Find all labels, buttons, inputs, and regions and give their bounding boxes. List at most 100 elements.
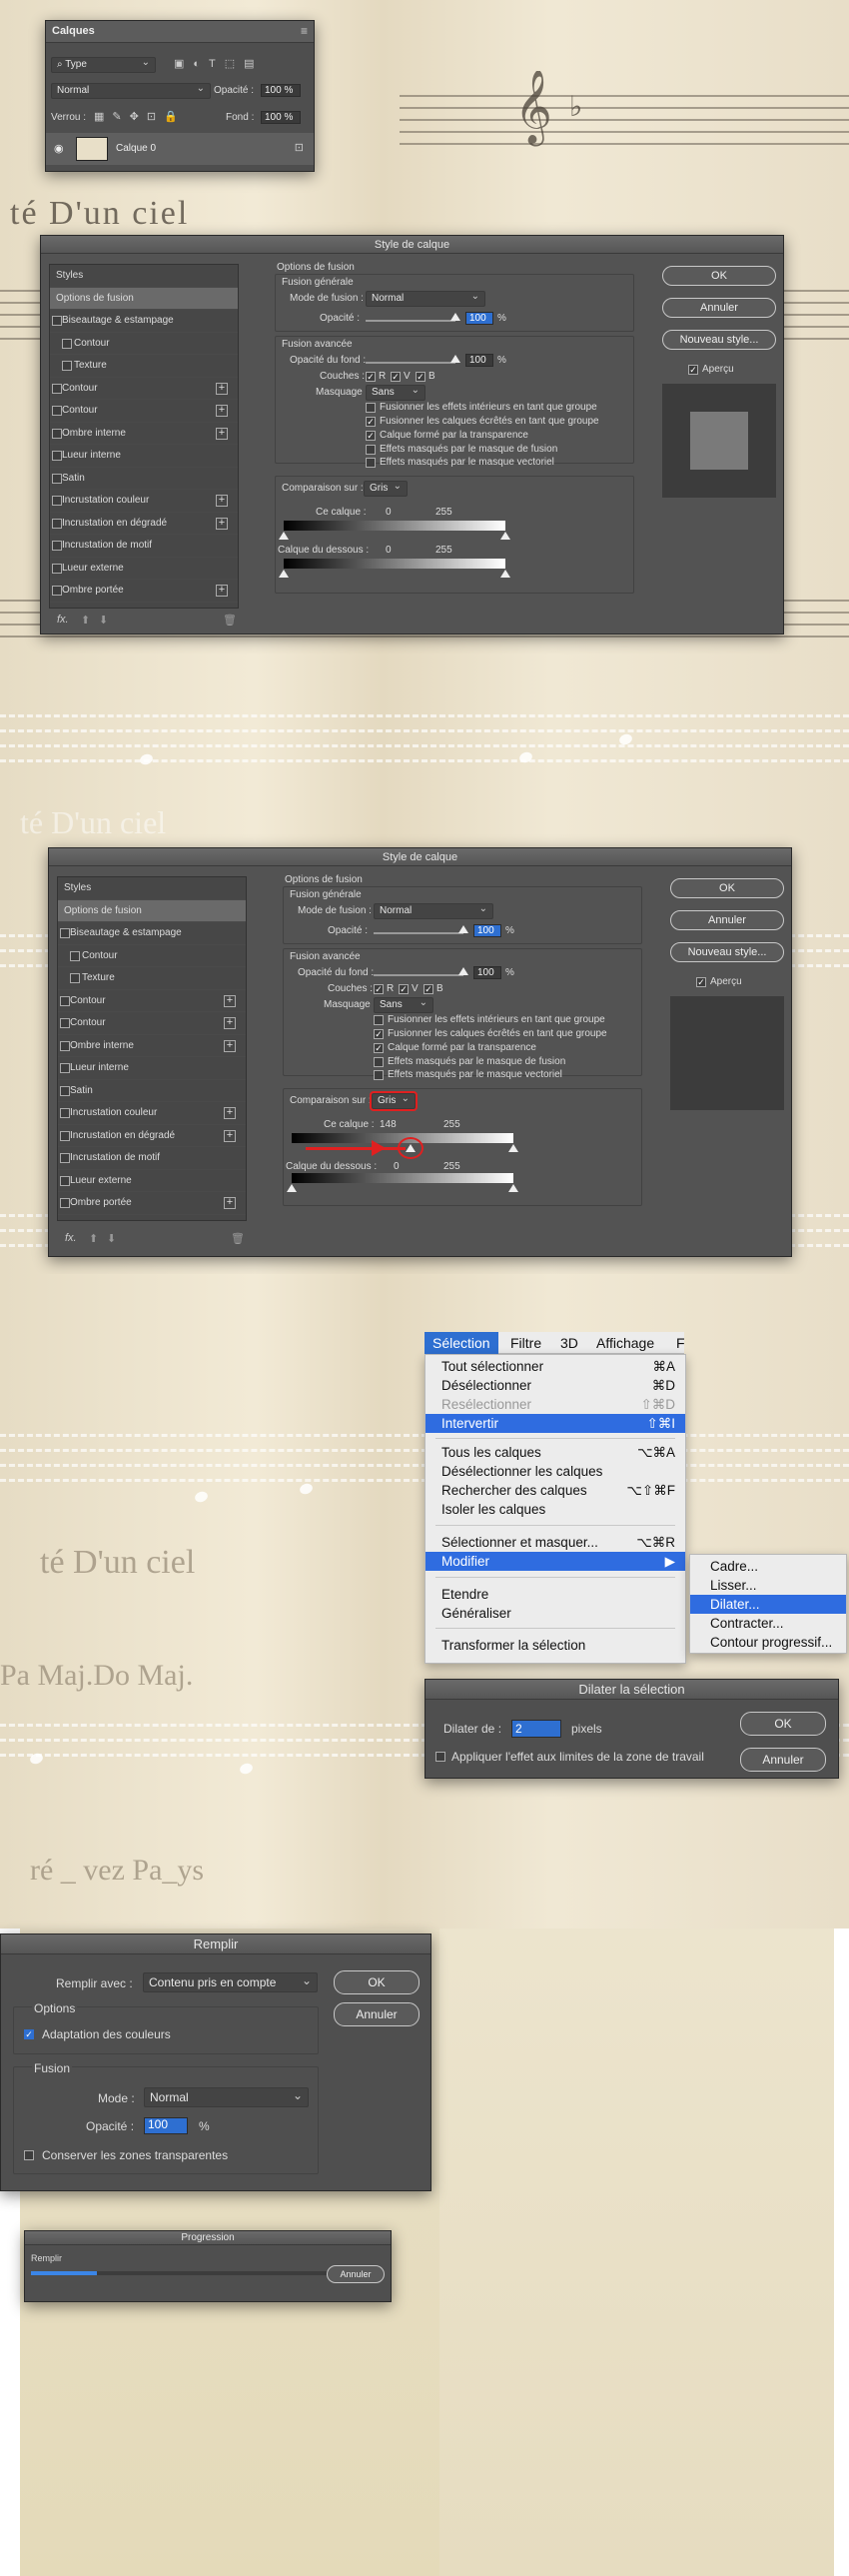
new-style-button[interactable]: Nouveau style... — [662, 330, 776, 350]
opacity-field[interactable]: 100 — [144, 2117, 188, 2134]
menu-affichage[interactable]: Affichage — [588, 1332, 662, 1354]
style-item[interactable]: Incrustation couleur + — [50, 490, 238, 513]
layers-tab[interactable]: Calques — [52, 25, 95, 37]
style-item[interactable]: Incrustation de motif — [50, 535, 238, 558]
fill-slider[interactable] — [374, 974, 463, 976]
submenu-border[interactable]: Cadre... — [690, 1557, 846, 1576]
this-layer-gradient[interactable] — [284, 521, 505, 531]
cancel-button[interactable]: Annuler — [334, 2002, 420, 2026]
opacity-slider[interactable] — [374, 932, 463, 934]
ok-button[interactable]: OK — [740, 1712, 826, 1736]
style-item[interactable]: Ombre portée + — [50, 580, 238, 603]
check-4[interactable] — [374, 1070, 384, 1080]
menu-selection[interactable]: Sélection — [424, 1332, 498, 1354]
style-item[interactable]: Contour + — [50, 400, 238, 423]
fill-slider[interactable] — [366, 362, 455, 364]
menu-item-isolate-layers[interactable]: Isoler les calques — [425, 1500, 685, 1519]
underlying-gradient[interactable] — [284, 559, 505, 569]
style-item[interactable]: Lueur externe — [58, 1170, 246, 1192]
ok-button[interactable]: OK — [334, 1970, 420, 1994]
check-2[interactable]: ✓ — [366, 431, 376, 441]
check-3[interactable] — [366, 445, 376, 455]
layer-filter-select[interactable]: ⌕ Type — [51, 56, 156, 73]
channel-v-checkbox[interactable]: ✓ — [399, 984, 409, 994]
mode-select[interactable]: Normal — [144, 2086, 309, 2107]
menu-3d[interactable]: 3D — [552, 1332, 586, 1354]
style-item[interactable]: Options de fusion — [58, 899, 246, 922]
style-item[interactable]: Ombre interne + — [50, 423, 238, 445]
submenu-contract[interactable]: Contracter... — [690, 1614, 846, 1633]
check-0[interactable] — [374, 1015, 384, 1025]
check-2[interactable]: ✓ — [374, 1043, 384, 1053]
ok-button[interactable]: OK — [670, 878, 784, 898]
cancel-button[interactable]: Annuler — [662, 298, 776, 318]
lock-icons[interactable]: ▦✎✥⊡🔒 — [94, 110, 186, 123]
opacity-field[interactable]: 100 % — [261, 84, 301, 97]
mode-select[interactable]: Normal — [366, 290, 485, 307]
slider-handle[interactable] — [508, 1184, 518, 1192]
style-item[interactable]: Options de fusion — [50, 287, 238, 310]
style-item[interactable]: Ombre interne + — [58, 1035, 246, 1057]
trash-icon[interactable]: 🗑 — [223, 614, 237, 627]
move-down-icon[interactable]: ⬇ — [107, 1232, 116, 1245]
check-4[interactable] — [366, 458, 376, 468]
channel-b-checkbox[interactable]: ✓ — [416, 372, 425, 382]
style-item[interactable]: Contour + — [50, 378, 238, 400]
style-item[interactable]: Incrustation en dégradé + — [58, 1125, 246, 1147]
blendif-select[interactable]: Gris — [364, 480, 408, 497]
menu-item-deselect[interactable]: Désélectionner ⌘D — [425, 1376, 685, 1395]
menu-item-deselect-layers[interactable]: Désélectionner les calques — [425, 1462, 685, 1481]
layer-row[interactable]: ◉ Calque 0 ⊡ — [46, 133, 314, 165]
new-style-button[interactable]: Nouveau style... — [670, 942, 784, 962]
menu-item-select-and-mask[interactable]: Sélectionner et masquer... ⌥⌘R — [425, 1533, 685, 1552]
preview-checkbox[interactable]: ✓ — [696, 977, 706, 987]
check-0[interactable] — [366, 403, 376, 413]
style-item[interactable]: Lueur interne — [58, 1057, 246, 1080]
move-down-icon[interactable]: ⬇ — [99, 614, 108, 627]
mode-select[interactable]: Normal — [374, 902, 493, 919]
style-item[interactable]: Incrustation en dégradé + — [50, 513, 238, 535]
style-item[interactable]: Contour + — [58, 1012, 246, 1035]
slider-handle[interactable] — [287, 1184, 297, 1192]
style-item[interactable]: Contour — [50, 333, 238, 355]
preview-checkbox[interactable]: ✓ — [688, 365, 698, 375]
style-item[interactable]: Biseautage & estampage — [58, 922, 246, 945]
menu-item-modify[interactable]: Modifier ▶ — [425, 1552, 685, 1571]
menu-item-grow[interactable]: Etendre — [425, 1585, 685, 1604]
slider-handle[interactable] — [500, 532, 510, 540]
fill-use-select[interactable]: Contenu pris en compte — [143, 1971, 318, 1992]
move-up-icon[interactable]: ⬆ — [89, 1232, 98, 1245]
slider-handle[interactable] — [406, 1144, 416, 1152]
menu-item-inverse[interactable]: Intervertir ⇧⌘I — [425, 1414, 685, 1433]
underlying-gradient[interactable] — [292, 1173, 513, 1183]
menu-item-select-all[interactable]: Tout sélectionner ⌘A — [425, 1357, 685, 1376]
color-adapt-checkbox[interactable]: ✓ — [24, 2029, 34, 2039]
trash-icon[interactable]: 🗑 — [231, 1232, 245, 1245]
opacity-slider[interactable] — [366, 320, 455, 322]
visibility-eye-icon[interactable]: ◉ — [54, 142, 64, 155]
opacity-field[interactable]: 100 — [473, 924, 501, 937]
opacity-field[interactable]: 100 — [465, 312, 493, 325]
style-item[interactable]: Lueur externe — [50, 558, 238, 580]
knockout-select[interactable]: Sans — [374, 996, 433, 1013]
check-3[interactable] — [374, 1057, 384, 1067]
cancel-button[interactable]: Annuler — [740, 1748, 826, 1772]
menu-item-transform-selection[interactable]: Transformer la sélection — [425, 1636, 685, 1655]
blendif-select[interactable]: Gris — [370, 1091, 418, 1111]
check-1[interactable]: ✓ — [366, 417, 376, 427]
fill-field[interactable]: 100 — [473, 966, 501, 979]
expand-value-field[interactable]: 2 — [511, 1720, 561, 1738]
slider-handle[interactable] — [279, 570, 289, 578]
styles-header[interactable]: Styles — [50, 265, 238, 288]
ok-button[interactable]: OK — [662, 266, 776, 286]
blend-mode-select[interactable]: Normal — [51, 82, 211, 99]
menu-filtre[interactable]: Filtre — [502, 1332, 549, 1354]
submenu-feather[interactable]: Contour progressif... — [690, 1633, 846, 1652]
style-item[interactable]: Incrustation de motif — [58, 1147, 246, 1170]
channel-v-checkbox[interactable]: ✓ — [391, 372, 401, 382]
slider-handle[interactable] — [279, 532, 289, 540]
submenu-expand[interactable]: Dilater... — [690, 1595, 846, 1614]
channel-b-checkbox[interactable]: ✓ — [424, 984, 433, 994]
slider-handle[interactable] — [500, 570, 510, 578]
style-item[interactable]: Incrustation couleur + — [58, 1102, 246, 1125]
